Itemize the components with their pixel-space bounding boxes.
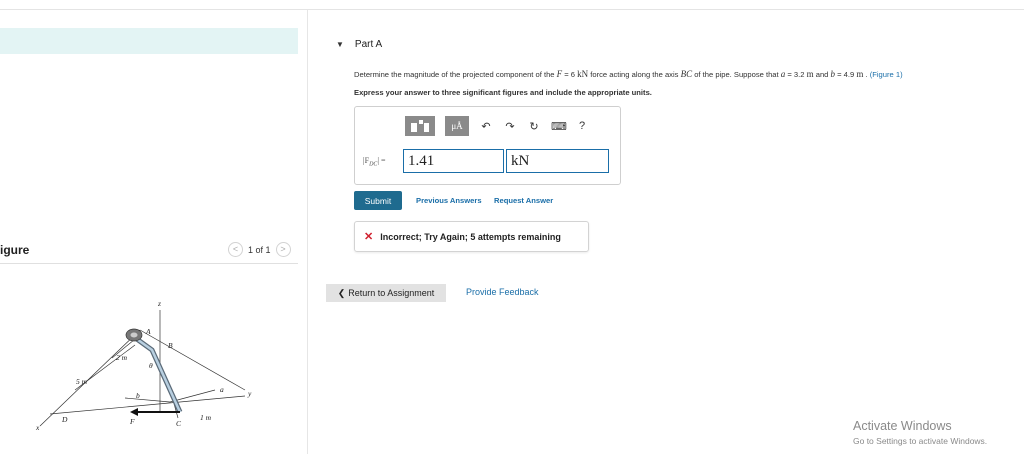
figure-link[interactable]: (Figure 1): [870, 70, 903, 79]
eq-b: = 4.9: [835, 70, 857, 79]
templates-icon: [411, 120, 429, 132]
incorrect-icon: ✕: [364, 231, 374, 243]
answer-value-input[interactable]: 1.41: [403, 149, 504, 173]
flange-center: [130, 332, 138, 338]
label-theta: θ: [149, 361, 153, 370]
return-label: Return to Assignment: [348, 288, 435, 298]
templates-button[interactable]: [405, 116, 435, 136]
label-5m: 5 m: [76, 377, 88, 386]
answer-label: |FDC| =: [363, 156, 386, 168]
submit-button[interactable]: Submit: [354, 191, 402, 210]
question-mid: force acting along the axis: [588, 70, 681, 79]
redo-icon[interactable]: ↷: [503, 120, 517, 133]
next-figure-button[interactable]: >: [275, 242, 291, 257]
panel-divider: [307, 10, 308, 454]
math-BC: BC: [680, 69, 693, 79]
instruction-text: Express your answer to three significant…: [354, 88, 652, 97]
activate-windows-watermark: Activate Windows Go to Settings to activ…: [853, 419, 987, 446]
label-b: b: [136, 391, 140, 400]
feedback-text: Incorrect; Try Again; 5 attempts remaini…: [380, 231, 561, 242]
left-banner: [0, 28, 298, 54]
provide-feedback-link[interactable]: Provide Feedback: [466, 287, 539, 297]
math-toolbar: μÅ ↶ ↷ ↻ ⌨ ?: [405, 115, 589, 137]
label-A: A: [145, 327, 151, 336]
label-2m: 2 m: [116, 353, 128, 362]
chevron-left-icon: ❮: [337, 287, 346, 298]
pipe-diagram: z A B θ 2 m 5 m b a y D F C 1 m x: [35, 299, 252, 432]
part-a-header[interactable]: ▼ Part A: [336, 39, 382, 50]
answer-label-end: | =: [377, 156, 386, 165]
force-arrowhead: [130, 408, 138, 416]
part-title: Part A: [354, 39, 383, 50]
watermark-line2: Go to Settings to activate Windows.: [853, 436, 988, 446]
and-text: and: [813, 70, 831, 79]
label-z: z: [157, 299, 161, 308]
answer-box: μÅ ↶ ↷ ↻ ⌨ ? |FDC| = 1.41 kN: [354, 106, 621, 185]
eq-6: = 6: [562, 70, 578, 79]
previous-answers-link[interactable]: Previous Answers: [416, 196, 482, 205]
unit-kN: kN: [577, 69, 589, 79]
label-x: x: [35, 423, 40, 432]
return-to-assignment-button[interactable]: ❮ Return to Assignment: [326, 284, 446, 302]
x-axis-line: [39, 329, 141, 427]
label-y: y: [247, 389, 252, 398]
pager-text: 1 of 1: [248, 244, 271, 255]
undo-icon[interactable]: ↶: [479, 120, 493, 133]
keyboard-icon[interactable]: ⌨: [551, 120, 567, 133]
figure-diagram[interactable]: z A B θ 2 m 5 m b a y D F C 1 m x: [30, 290, 270, 440]
top-divider: [0, 9, 1024, 10]
label-F: F: [129, 417, 135, 426]
label-B: B: [168, 341, 173, 350]
prev-figure-button[interactable]: <: [228, 242, 243, 257]
label-C: C: [176, 419, 182, 428]
unit-m: m: [806, 69, 814, 79]
label-a: a: [220, 385, 224, 394]
reset-icon[interactable]: ↻: [527, 120, 541, 133]
dim-b: [124, 397, 171, 403]
answer-unit-input[interactable]: kN: [506, 149, 609, 173]
help-icon[interactable]: ?: [575, 120, 589, 132]
question-pre: Determine the magnitude of the projected…: [354, 70, 557, 79]
figure-pager: < 1 of 1 >: [228, 242, 291, 257]
figure-divider: [0, 263, 298, 264]
collapse-arrow-icon: ▼: [336, 40, 344, 49]
label-1m: 1 m: [200, 413, 212, 422]
question-text: Determine the magnitude of the projected…: [354, 69, 903, 79]
label-D: D: [61, 415, 68, 424]
request-answer-link[interactable]: Request Answer: [494, 196, 553, 205]
figure-panel-title: igure: [0, 243, 30, 257]
eq-a: = 3.2: [785, 70, 807, 79]
units-button[interactable]: μÅ: [445, 116, 469, 136]
watermark-line1: Activate Windows: [853, 419, 952, 433]
feedback-message: ✕ Incorrect; Try Again; 5 attempts remai…: [354, 221, 589, 252]
question-mid2: of the pipe. Suppose that: [692, 70, 781, 79]
